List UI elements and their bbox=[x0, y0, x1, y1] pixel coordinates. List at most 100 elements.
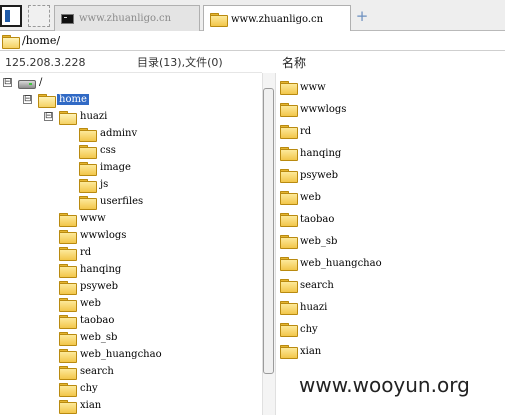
tree-item-label: js bbox=[100, 179, 109, 190]
file-name: xian bbox=[300, 345, 322, 357]
file-list-item[interactable]: web_sb bbox=[280, 232, 337, 250]
folder-icon bbox=[280, 279, 298, 293]
tree-item-label: www bbox=[80, 213, 106, 224]
tree-item-label: taobao bbox=[80, 315, 115, 326]
tree-item-hanqing[interactable]: hanqing bbox=[59, 261, 121, 278]
file-list-item[interactable]: taobao bbox=[280, 210, 334, 228]
tree-item-css[interactable]: css bbox=[79, 142, 116, 159]
watermark: www.wooyun.org bbox=[299, 373, 470, 397]
tree-item-image[interactable]: image bbox=[79, 159, 131, 176]
directory-summary: 目录(13),文件(0) bbox=[137, 56, 223, 69]
file-list-item[interactable]: huazi bbox=[280, 298, 327, 316]
file-list-item[interactable]: xian bbox=[280, 342, 321, 360]
tree-item-label: rd bbox=[80, 247, 92, 258]
folder-icon bbox=[280, 125, 298, 139]
tree-item-wwwlogs[interactable]: wwwlogs bbox=[59, 227, 126, 244]
tree-item-label: userfiles bbox=[100, 196, 144, 207]
header-divider bbox=[0, 72, 262, 73]
collapse-toggle-icon[interactable]: ⊟ bbox=[44, 112, 53, 121]
folder-icon bbox=[280, 81, 298, 95]
folder-icon bbox=[59, 297, 77, 312]
folder-icon bbox=[59, 365, 77, 380]
tree-item-huazi[interactable]: huazi bbox=[59, 108, 107, 125]
tab-file-manager[interactable]: www.zhuanligo.cn bbox=[203, 5, 351, 32]
collapse-toggle-icon[interactable]: ⊟ bbox=[3, 78, 12, 87]
file-name: huazi bbox=[300, 301, 328, 313]
file-list-item[interactable]: hanqing bbox=[280, 144, 341, 162]
file-name: hanqing bbox=[300, 147, 342, 159]
folder-icon bbox=[59, 348, 77, 363]
file-name: www bbox=[300, 81, 326, 93]
path-bar[interactable]: /home/ bbox=[0, 31, 505, 51]
name-column-header[interactable]: 名称 bbox=[282, 52, 306, 72]
folder-icon bbox=[79, 195, 97, 210]
tree-item-xian[interactable]: xian bbox=[59, 397, 101, 414]
file-name: taobao bbox=[300, 213, 335, 225]
drive-icon bbox=[18, 78, 36, 89]
panel-toggle-button[interactable] bbox=[0, 5, 22, 27]
tree-item-home[interactable]: home bbox=[38, 91, 89, 108]
folder-icon bbox=[79, 161, 97, 176]
tree-item-rd[interactable]: rd bbox=[59, 244, 91, 261]
tree-item-label: image bbox=[100, 162, 131, 173]
tree-item-taobao[interactable]: taobao bbox=[59, 312, 114, 329]
folder-icon bbox=[59, 263, 77, 278]
server-ip: 125.208.3.228 bbox=[5, 55, 86, 69]
file-list-item[interactable]: rd bbox=[280, 122, 311, 140]
tree-item-search[interactable]: search bbox=[59, 363, 114, 380]
add-tab-button[interactable]: + bbox=[354, 7, 370, 25]
folder-open-icon bbox=[59, 110, 77, 125]
file-name: wwwlogs bbox=[300, 103, 347, 115]
file-name: search bbox=[300, 279, 334, 291]
tree-item-label: / bbox=[39, 77, 43, 88]
tab-bar: www.zhuanligo.cn www.zhuanligo.cn + bbox=[0, 0, 505, 32]
tree-item-psyweb[interactable]: psyweb bbox=[59, 278, 118, 295]
tree-item-label: search bbox=[80, 366, 114, 377]
file-list-item[interactable]: psyweb bbox=[280, 166, 338, 184]
file-name: web_huangchao bbox=[300, 257, 382, 269]
file-name: web_sb bbox=[300, 235, 338, 247]
file-list-item[interactable]: wwwlogs bbox=[280, 100, 346, 118]
tree-item-adminv[interactable]: adminv bbox=[79, 125, 137, 142]
file-list-item[interactable]: chy bbox=[280, 320, 318, 338]
tree-item-label: web bbox=[80, 298, 101, 309]
folder-open-icon bbox=[2, 34, 20, 49]
tree-item-label: web_huangchao bbox=[80, 349, 162, 360]
folder-icon bbox=[59, 212, 77, 227]
file-list-item[interactable]: search bbox=[280, 276, 334, 294]
tab-label: www.zhuanligo.cn bbox=[231, 13, 324, 25]
tree-item-label: css bbox=[100, 145, 116, 156]
folder-icon bbox=[280, 169, 298, 183]
new-window-button[interactable] bbox=[28, 5, 50, 27]
tab-terminal[interactable]: www.zhuanligo.cn bbox=[54, 5, 200, 31]
folder-icon bbox=[280, 235, 298, 249]
tree-item-label: huazi bbox=[80, 111, 108, 122]
folder-icon bbox=[280, 213, 298, 227]
folder-icon bbox=[59, 399, 77, 414]
folder-icon bbox=[210, 13, 228, 27]
folder-icon bbox=[280, 103, 298, 117]
tree-item-web[interactable]: web bbox=[59, 295, 101, 312]
folder-icon bbox=[280, 323, 298, 337]
tree-item-userfiles[interactable]: userfiles bbox=[79, 193, 143, 210]
tree-item-chy[interactable]: chy bbox=[59, 380, 98, 397]
file-list-item[interactable]: web_huangchao bbox=[280, 254, 382, 272]
folder-icon bbox=[79, 127, 97, 142]
tree-item-www[interactable]: www bbox=[59, 210, 106, 227]
tree-item-root[interactable]: / bbox=[18, 74, 42, 91]
collapse-toggle-icon[interactable]: ⊟ bbox=[23, 95, 32, 104]
tree-item-web-sb[interactable]: web_sb bbox=[59, 329, 117, 346]
file-list-item[interactable]: www bbox=[280, 78, 326, 96]
scrollbar-thumb[interactable] bbox=[263, 88, 274, 374]
tree-item-web-huangchao[interactable]: web_huangchao bbox=[59, 346, 162, 363]
tree-item-label: adminv bbox=[100, 128, 138, 139]
folder-icon bbox=[59, 280, 77, 295]
folder-icon bbox=[280, 301, 298, 315]
file-name: rd bbox=[300, 125, 312, 137]
file-list-item[interactable]: web bbox=[280, 188, 321, 206]
folder-icon bbox=[59, 314, 77, 329]
tree-item-label: hanqing bbox=[80, 264, 122, 275]
tree-item-js[interactable]: js bbox=[79, 176, 108, 193]
tree-item-label: chy bbox=[80, 383, 98, 394]
current-path[interactable]: /home/ bbox=[22, 34, 60, 47]
